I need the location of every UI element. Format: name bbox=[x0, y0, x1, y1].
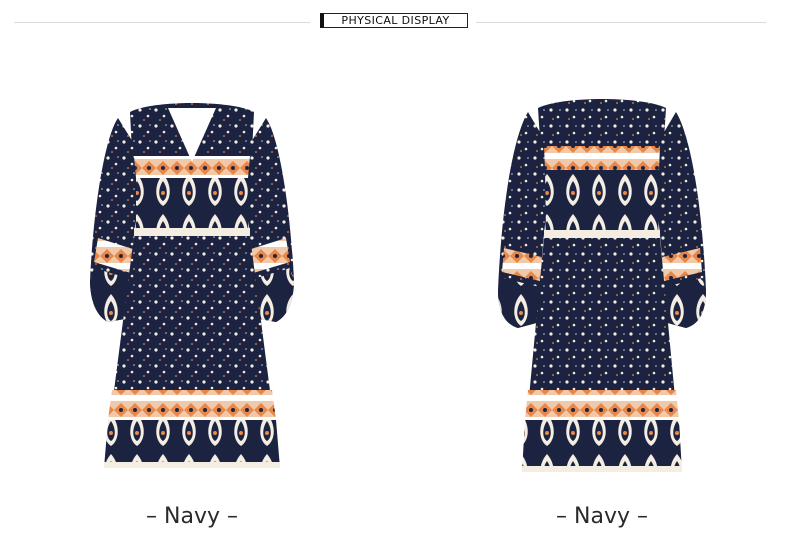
dress-photo-back bbox=[498, 99, 706, 472]
dress-photo-front bbox=[90, 103, 294, 468]
header-divider-right bbox=[476, 22, 766, 23]
header-divider-left bbox=[14, 22, 310, 23]
caption-navy-front: – Navy – bbox=[146, 504, 238, 529]
section-title: PHYSICAL DISPLAY bbox=[320, 13, 468, 28]
caption-navy-back: – Navy – bbox=[556, 504, 648, 529]
